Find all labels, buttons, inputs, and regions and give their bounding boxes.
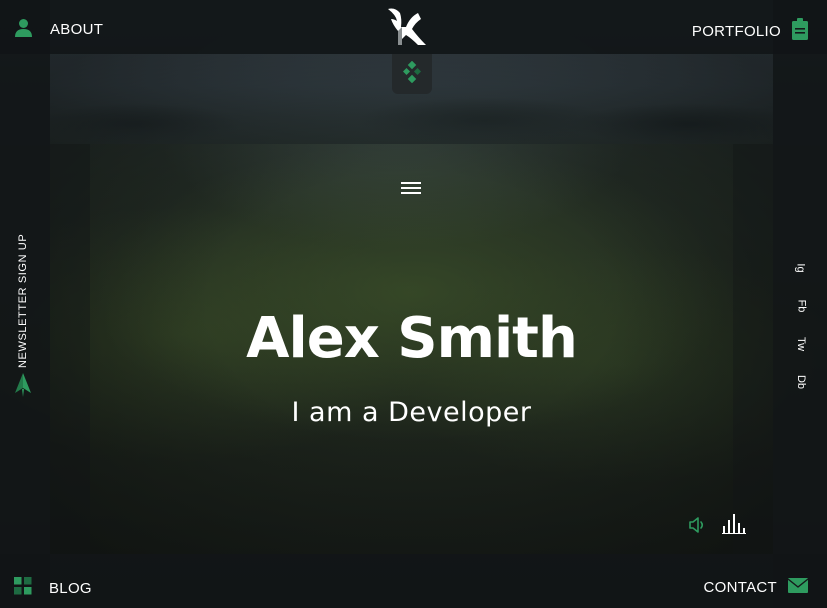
nav-portfolio[interactable]: PORTFOLIO — [692, 18, 808, 44]
nav-about[interactable]: ABOUT — [14, 18, 103, 41]
newsletter-signup[interactable]: NEWSLETTER SIGN UP — [15, 233, 31, 397]
equalizer-icon[interactable] — [722, 514, 748, 534]
nav-portfolio-label: PORTFOLIO — [691, 22, 781, 40]
nav-blog[interactable]: BLOG — [14, 577, 92, 599]
slider-toggle[interactable] — [392, 54, 432, 94]
hamburger-icon[interactable] — [401, 182, 423, 196]
clipboard-icon — [792, 18, 808, 44]
hero-vignette — [50, 54, 773, 554]
speaker-icon[interactable] — [689, 516, 707, 534]
grid-icon — [14, 577, 32, 599]
paper-plane-icon — [15, 373, 31, 401]
hero-name: Alex Smith — [246, 306, 578, 371]
social-link-dribbble[interactable]: Db — [793, 372, 809, 392]
social-link-twitter[interactable]: Tw — [793, 334, 809, 354]
user-icon — [14, 18, 33, 41]
nav-about-label: ABOUT — [50, 21, 104, 38]
social-link-facebook[interactable]: Fb — [793, 296, 809, 316]
social-link-label: Db — [795, 374, 807, 390]
social-link-label: Ig — [795, 263, 807, 273]
logo[interactable] — [385, 5, 429, 47]
nav-blog-label: BLOG — [49, 579, 92, 597]
diamond-dots-icon — [402, 60, 422, 87]
hero-role: I am a Developer — [291, 397, 532, 428]
nav-contact[interactable]: CONTACT — [703, 577, 809, 597]
nav-contact-label: CONTACT — [703, 578, 777, 596]
newsletter-label: NEWSLETTER SIGN UP — [17, 233, 29, 369]
social-link-label: Tw — [795, 336, 807, 352]
social-link-label: Fb — [795, 299, 807, 313]
social-link-instagram[interactable]: Ig — [793, 258, 809, 278]
envelope-icon — [787, 577, 809, 597]
